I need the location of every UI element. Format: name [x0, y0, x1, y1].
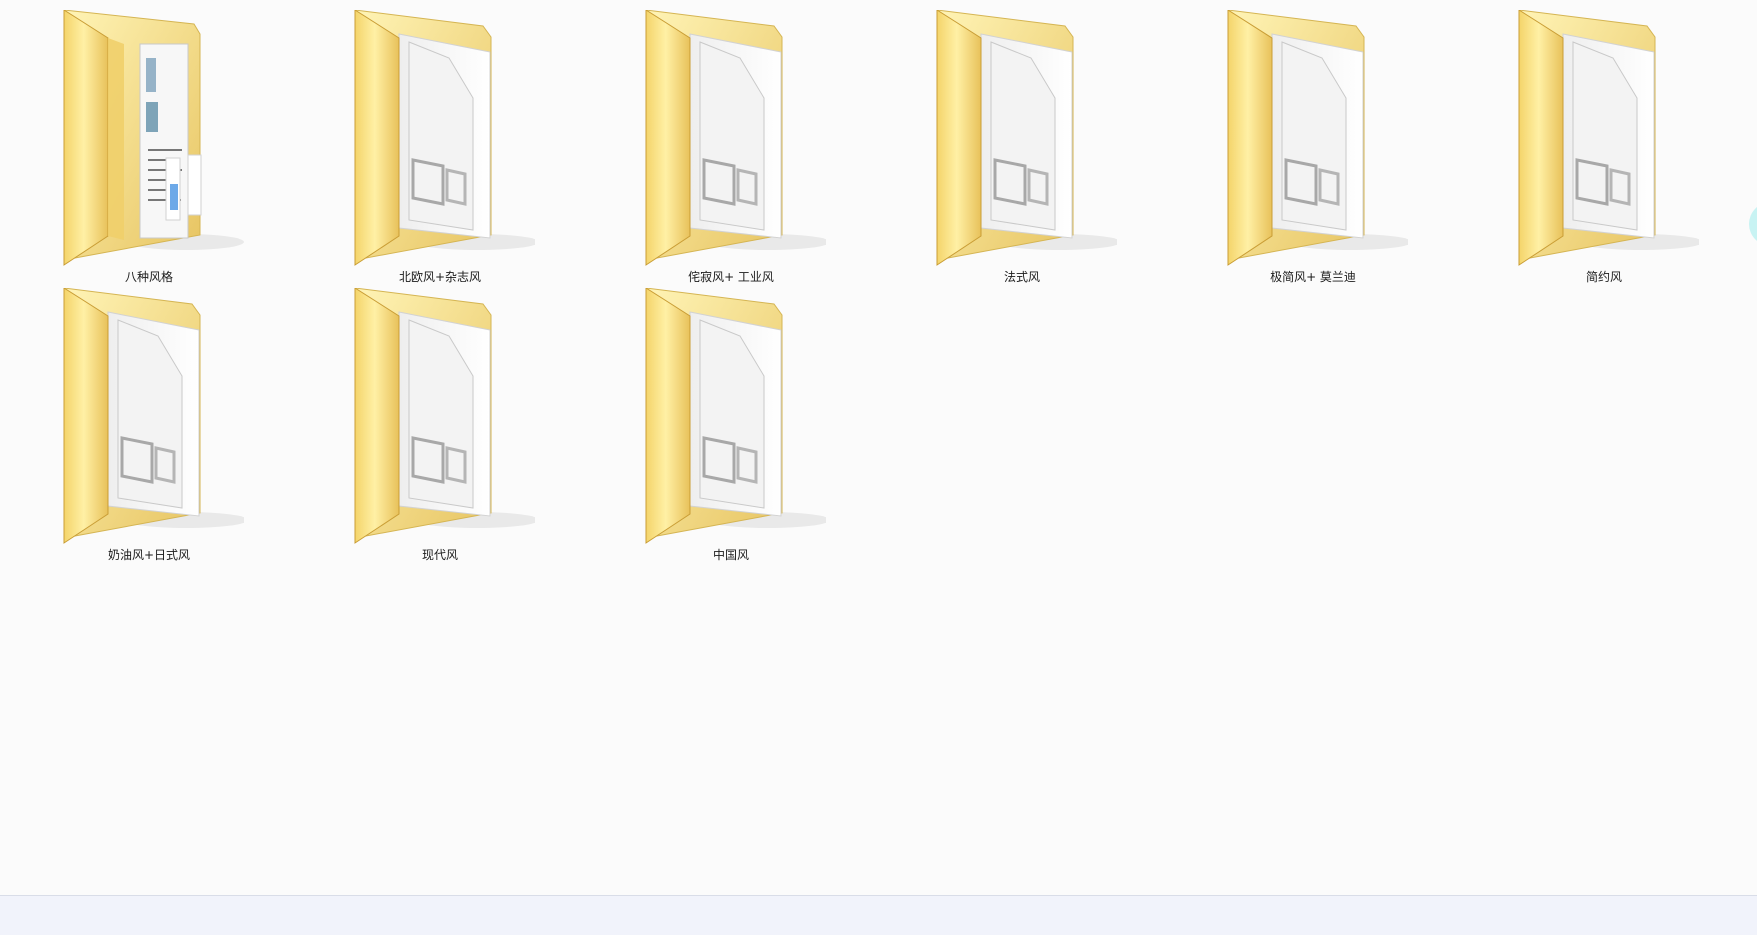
folder-label: 现代风	[421, 548, 458, 562]
folder-icon	[645, 288, 826, 544]
folder-item[interactable]: 奶油风+日式风	[44, 288, 254, 562]
file-explorer-window: 八种风格 北欧风+杂志风 侘寂风+ 工业风 法式风 极简风+ 莫兰迪 简约风 奶…	[0, 0, 1757, 935]
folder-label: 北欧风+杂志风	[398, 270, 482, 284]
folder-label: 中国风	[712, 548, 749, 562]
folder-item[interactable]: 侘寂风+ 工业风	[626, 10, 836, 284]
folder-icon	[1227, 10, 1408, 266]
folder-label: 极简风+ 莫兰迪	[1270, 270, 1356, 284]
folder-item[interactable]: 法式风	[917, 10, 1127, 284]
folder-item[interactable]: 极简风+ 莫兰迪	[1208, 10, 1418, 284]
folder-icon	[645, 10, 826, 266]
folder-item[interactable]: 现代风	[335, 288, 545, 562]
folder-icon	[354, 10, 535, 266]
folder-icon	[63, 288, 244, 544]
folder-icon	[63, 10, 244, 266]
folder-item[interactable]: 八种风格	[44, 10, 254, 284]
folder-grid: 八种风格 北欧风+杂志风 侘寂风+ 工业风 法式风 极简风+ 莫兰迪 简约风 奶…	[0, 0, 1757, 895]
folder-icon	[936, 10, 1117, 266]
folder-item[interactable]: 简约风	[1499, 10, 1709, 284]
folder-item[interactable]: 北欧风+杂志风	[335, 10, 545, 284]
folder-label: 侘寂风+ 工业风	[688, 270, 774, 284]
folder-label: 八种风格	[124, 270, 173, 284]
folder-item[interactable]: 中国风	[626, 288, 836, 562]
folder-label: 奶油风+日式风	[107, 548, 191, 562]
folder-icon	[354, 288, 535, 544]
status-bar	[0, 895, 1757, 935]
folder-label: 法式风	[1003, 270, 1040, 284]
folder-label: 简约风	[1585, 270, 1622, 284]
folder-icon	[1518, 10, 1699, 266]
